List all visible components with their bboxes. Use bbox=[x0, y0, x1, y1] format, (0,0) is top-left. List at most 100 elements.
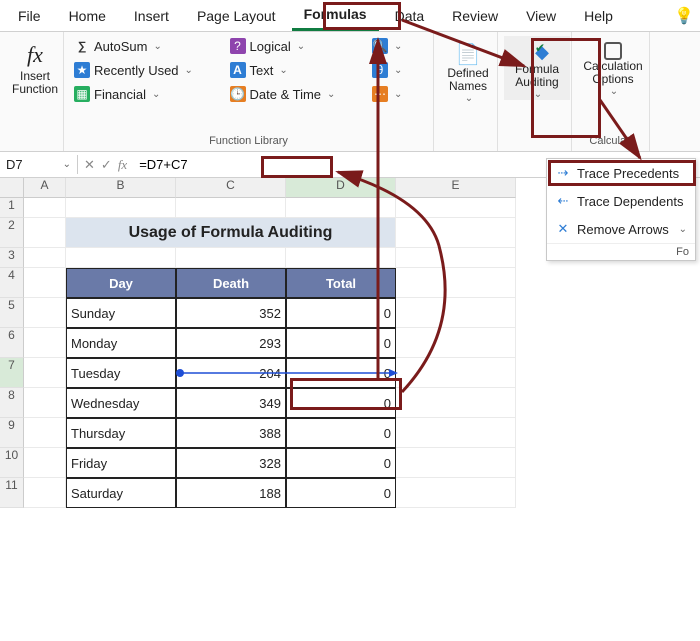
trace-dependents-icon: ⇠ bbox=[555, 193, 571, 209]
formula-auditing-button[interactable]: ◆ FormulaAuditing ⌄ bbox=[504, 36, 570, 100]
tab-insert[interactable]: Insert bbox=[122, 2, 181, 30]
financial-icon: ▦ bbox=[74, 86, 90, 102]
table-row[interactable]: Saturday1880 bbox=[24, 478, 516, 508]
sigma-icon: ∑ bbox=[74, 38, 90, 54]
recently-used-button[interactable]: ★Recently Used⌄ bbox=[70, 60, 218, 80]
tell-me-icon[interactable]: 💡 bbox=[674, 6, 694, 26]
lookup-button[interactable]: 🔍⌄ bbox=[368, 36, 427, 56]
table-row[interactable]: Friday3280 bbox=[24, 448, 516, 478]
col-header-e[interactable]: E bbox=[396, 178, 516, 198]
row-header-8[interactable]: 8 bbox=[0, 388, 24, 418]
cell-death[interactable]: 328 bbox=[176, 448, 286, 478]
row-header-3[interactable]: 3 bbox=[0, 248, 24, 268]
col-header-c[interactable]: C bbox=[176, 178, 286, 198]
fx-small-icon[interactable]: fx bbox=[118, 157, 127, 173]
table-row[interactable]: Thursday3880 bbox=[24, 418, 516, 448]
cell-death[interactable]: 293 bbox=[176, 328, 286, 358]
fx-icon: fx bbox=[27, 42, 43, 68]
ribbon: fx InsertFunction ∑AutoSum⌄ ?Logical⌄ 🔍⌄… bbox=[0, 32, 700, 152]
cell-total[interactable]: 0 bbox=[286, 478, 396, 508]
text-button[interactable]: AText⌄ bbox=[226, 60, 361, 80]
table-header-death: Death bbox=[176, 268, 286, 298]
cell-death[interactable]: 204 bbox=[176, 358, 286, 388]
row-header-4[interactable]: 4 bbox=[0, 268, 24, 298]
text-icon: A bbox=[230, 62, 246, 78]
row-header-11[interactable]: 11 bbox=[0, 478, 24, 508]
row-header-5[interactable]: 5 bbox=[0, 298, 24, 328]
table-row[interactable]: Monday2930 bbox=[24, 328, 516, 358]
calculation-options-button[interactable]: CalculationOptions ⌄ bbox=[578, 36, 648, 97]
row-header-2[interactable]: 2 bbox=[0, 218, 24, 248]
group-label-function-library: Function Library bbox=[70, 133, 427, 149]
table-row[interactable]: Tuesday2040 bbox=[24, 358, 516, 388]
row-header-10[interactable]: 10 bbox=[0, 448, 24, 478]
star-icon: ★ bbox=[74, 62, 90, 78]
tab-file[interactable]: File bbox=[6, 2, 53, 30]
more-functions-button[interactable]: ⋯⌄ bbox=[368, 84, 427, 104]
cell-death[interactable]: 388 bbox=[176, 418, 286, 448]
cell-day[interactable]: Monday bbox=[66, 328, 176, 358]
defined-names-icon: 📄 bbox=[456, 42, 481, 67]
lookup-icon: 🔍 bbox=[372, 38, 388, 54]
trace-dependents-item[interactable]: ⇠Trace Dependents bbox=[547, 187, 695, 215]
math-trig-button[interactable]: θ⌄ bbox=[368, 60, 427, 80]
defined-names-button[interactable]: 📄 DefinedNames ⌄ bbox=[440, 36, 496, 104]
tab-data[interactable]: Data bbox=[383, 2, 437, 30]
col-header-b[interactable]: B bbox=[66, 178, 176, 198]
tab-formulas[interactable]: Formulas bbox=[292, 0, 379, 31]
select-all-corner[interactable] bbox=[0, 178, 24, 198]
cell-total[interactable]: 0 bbox=[286, 418, 396, 448]
tab-bar: File Home Insert Page Layout Formulas Da… bbox=[0, 0, 700, 32]
calculation-icon bbox=[604, 42, 622, 60]
more-icon: ⋯ bbox=[372, 86, 388, 102]
remove-arrows-icon: ✕ bbox=[555, 221, 571, 237]
table-header-total: Total bbox=[286, 268, 396, 298]
date-time-button[interactable]: 🕒Date & Time⌄ bbox=[226, 84, 361, 104]
cell-day[interactable]: Saturday bbox=[66, 478, 176, 508]
insert-function-button[interactable]: fx InsertFunction bbox=[6, 36, 64, 96]
tab-view[interactable]: View bbox=[514, 2, 568, 30]
logical-button[interactable]: ?Logical⌄ bbox=[226, 36, 361, 56]
cell-total[interactable]: 0 bbox=[286, 448, 396, 478]
tab-home[interactable]: Home bbox=[57, 2, 118, 30]
cell-total[interactable]: 0 bbox=[286, 388, 396, 418]
clock-icon: 🕒 bbox=[230, 86, 246, 102]
cell-total[interactable]: 0 bbox=[286, 298, 396, 328]
col-header-d[interactable]: D bbox=[286, 178, 396, 198]
table-header-day: Day bbox=[66, 268, 176, 298]
cell-death[interactable]: 349 bbox=[176, 388, 286, 418]
cancel-icon[interactable]: ✕ bbox=[84, 157, 95, 173]
name-box[interactable]: D7⌄ bbox=[0, 155, 78, 174]
cell-death[interactable]: 352 bbox=[176, 298, 286, 328]
title-cell: Usage of Formula Auditing bbox=[66, 218, 396, 248]
cell-total[interactable]: 0 bbox=[286, 358, 396, 388]
row-header-7[interactable]: 7 bbox=[0, 358, 24, 388]
table-row[interactable]: Sunday3520 bbox=[24, 298, 516, 328]
trace-precedents-item[interactable]: ⇢Trace Precedents bbox=[547, 159, 695, 187]
cell-day[interactable]: Friday bbox=[66, 448, 176, 478]
tab-review[interactable]: Review bbox=[440, 2, 510, 30]
group-label-calculation: Calculati bbox=[578, 133, 643, 149]
cell-day[interactable]: Wednesday bbox=[66, 388, 176, 418]
trace-precedents-icon: ⇢ bbox=[555, 165, 571, 181]
tab-help[interactable]: Help bbox=[572, 2, 625, 30]
formula-auditing-dropdown: ⇢Trace Precedents ⇠Trace Dependents ✕Rem… bbox=[546, 158, 696, 261]
financial-button[interactable]: ▦Financial⌄ bbox=[70, 84, 218, 104]
col-header-a[interactable]: A bbox=[24, 178, 66, 198]
row-header-9[interactable]: 9 bbox=[0, 418, 24, 448]
row-header-6[interactable]: 6 bbox=[0, 328, 24, 358]
logical-icon: ? bbox=[230, 38, 246, 54]
remove-arrows-item[interactable]: ✕Remove Arrows⌄ bbox=[547, 215, 695, 243]
table-row[interactable]: Wednesday3490 bbox=[24, 388, 516, 418]
theta-icon: θ bbox=[372, 62, 388, 78]
cell-day[interactable]: Thursday bbox=[66, 418, 176, 448]
enter-icon[interactable]: ✓ bbox=[101, 157, 112, 173]
autosum-button[interactable]: ∑AutoSum⌄ bbox=[70, 36, 218, 56]
cell-death[interactable]: 188 bbox=[176, 478, 286, 508]
cell-total[interactable]: 0 bbox=[286, 328, 396, 358]
row-header-1[interactable]: 1 bbox=[0, 198, 24, 218]
formula-auditing-icon: ◆ bbox=[525, 42, 549, 63]
tab-page-layout[interactable]: Page Layout bbox=[185, 2, 288, 30]
cell-day[interactable]: Sunday bbox=[66, 298, 176, 328]
cell-day[interactable]: Tuesday bbox=[66, 358, 176, 388]
